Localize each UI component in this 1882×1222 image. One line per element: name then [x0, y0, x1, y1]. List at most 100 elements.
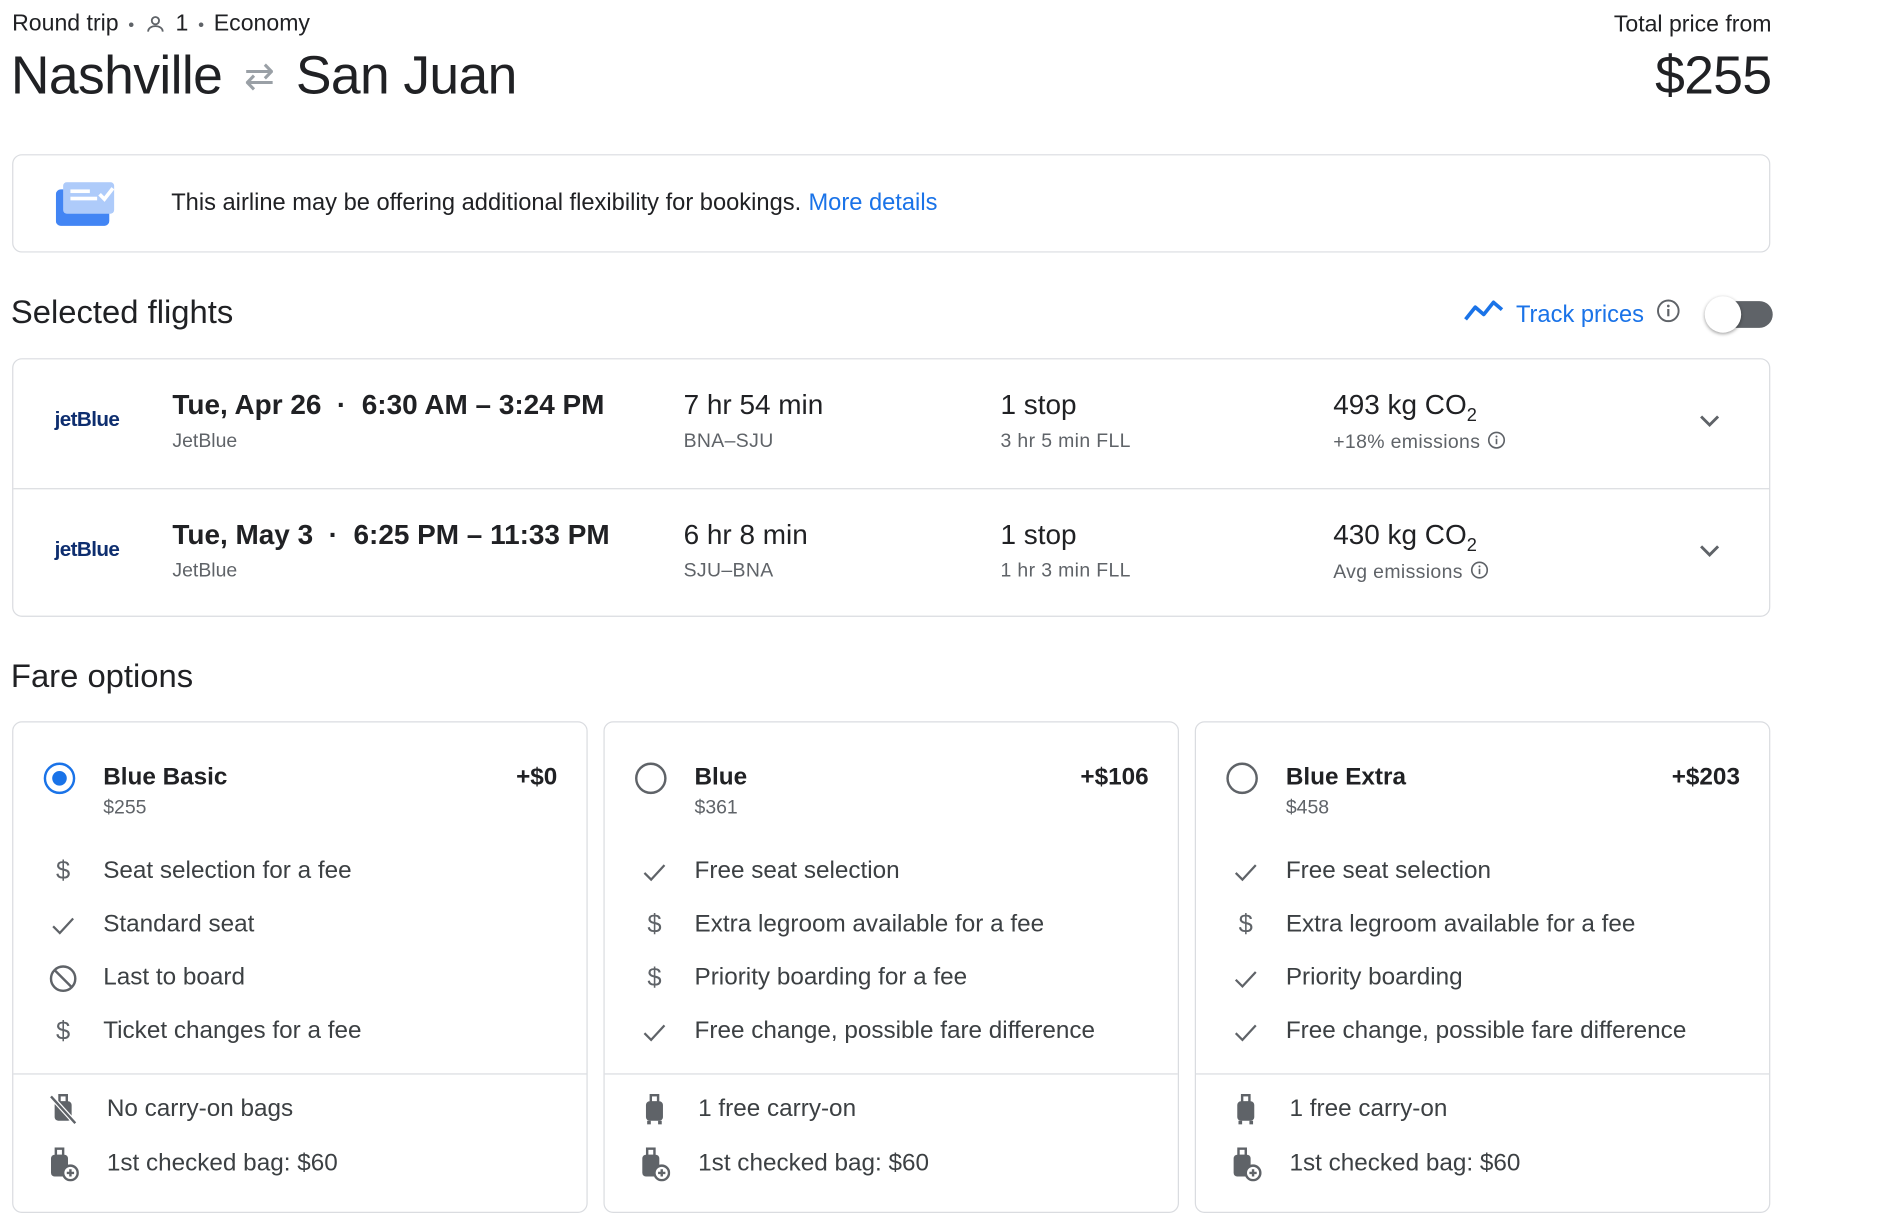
fare-bag-text: 1 free carry-on: [1289, 1095, 1448, 1122]
airline-name: JetBlue: [172, 431, 238, 452]
co2-value: 493 kg CO: [1333, 388, 1467, 421]
fare-feature: Free change, possible fare difference: [1196, 1014, 1769, 1050]
fare-price: $255: [103, 797, 147, 819]
banner-text: This airline may be offering additional …: [171, 189, 937, 217]
fare-bag-text: 1st checked bag: $60: [106, 1149, 338, 1177]
dollar-icon: $: [56, 857, 71, 886]
info-icon[interactable]: [1656, 299, 1680, 331]
check-icon: [639, 1016, 671, 1048]
check-icon: [1230, 856, 1262, 888]
checked-bag-icon: [47, 1147, 79, 1182]
flight-co2: 430 kg CO2: [1333, 518, 1477, 555]
toggle-knob: [1704, 296, 1742, 333]
carry-on-icon: [639, 1093, 671, 1126]
fare-radio[interactable]: [635, 762, 667, 795]
banner-message: This airline may be offering additional …: [171, 189, 802, 217]
fare-card-blue[interactable]: Blue $361 +$106 Free seat selection $ Extr…: [603, 721, 1179, 1213]
fare-bag: 1st checked bag: $60: [1196, 1146, 1769, 1182]
fare-price-difference: +$0: [516, 763, 558, 791]
fare-feature-text: Free seat selection: [1285, 857, 1492, 884]
flight-route: SJU–BNA: [683, 560, 774, 582]
flight-duration: 6 hr 8 min: [683, 518, 808, 551]
fare-bag-text: 1 free carry-on: [698, 1095, 857, 1122]
passenger-count[interactable]: 1: [176, 11, 189, 38]
fare-feature: Free seat selection: [1196, 854, 1769, 890]
airline-name: JetBlue: [172, 560, 238, 582]
route-title: Nashville ⇄ San Juan: [11, 46, 517, 107]
separator-dot: •: [128, 14, 135, 34]
track-prices[interactable]: Track prices: [1463, 296, 1773, 333]
destination-city: San Juan: [295, 46, 518, 106]
fare-divider: [13, 1073, 587, 1075]
fare-feature-text: Ticket changes for a fee: [103, 1017, 362, 1045]
fare-feature: Priority boarding: [1196, 960, 1769, 996]
checked-bag-icon: [639, 1147, 671, 1182]
flight-route: BNA–SJU: [683, 431, 774, 452]
fare-bag: 1 free carry-on: [1196, 1092, 1769, 1128]
check-icon: [639, 856, 671, 888]
fare-divider: [1195, 1073, 1770, 1075]
no-carry-on-icon: [47, 1093, 79, 1126]
fare-feature: $ Seat selection for a fee: [13, 854, 586, 890]
total-price: $255: [1655, 46, 1772, 106]
fare-name: Blue Basic: [103, 763, 228, 791]
fare-bag-text: No carry-on bags: [106, 1095, 294, 1122]
dollar-icon: $: [56, 1017, 71, 1046]
cabin-class[interactable]: Economy: [214, 11, 310, 38]
fare-radio[interactable]: [1226, 762, 1258, 795]
trip-type[interactable]: Round trip: [12, 11, 118, 38]
fare-card-blue-extra[interactable]: Blue Extra $458 +$203 Free seat selectio…: [1194, 721, 1771, 1213]
fare-radio[interactable]: [43, 762, 76, 795]
flight-stops: 1 stop: [1000, 388, 1077, 421]
fare-feature-text: Seat selection for a fee: [103, 857, 352, 884]
airline-logo: jetBlue: [54, 537, 120, 561]
chevron-down-icon[interactable]: [1695, 406, 1724, 441]
flight-date-time: Tue, May 3 · 6:25 PM – 11:33 PM: [172, 518, 610, 551]
trend-icon: [1463, 297, 1504, 331]
fare-divider: [604, 1073, 1178, 1075]
fare-price-difference: +$203: [1671, 763, 1740, 791]
fare-card-blue-basic[interactable]: Blue Basic $255 +$0 $ Seat selection for …: [12, 721, 588, 1213]
fare-feature: Standard seat: [13, 907, 586, 943]
emissions-label: +18% emissions: [1333, 432, 1481, 453]
fare-feature: $ Ticket changes for a fee: [13, 1014, 586, 1050]
fare-feature-text: Extra legroom available for a fee: [1285, 910, 1636, 938]
ticket-flex-icon: [55, 182, 117, 234]
fare-feature-text: Free seat selection: [694, 857, 900, 884]
flight-row-outbound[interactable]: jetBlue Tue, Apr 26 · 6:30 AM – 3:24 PM …: [13, 359, 1769, 488]
fare-feature-text: Extra legroom available for a fee: [694, 910, 1045, 938]
no-icon: [47, 963, 79, 995]
fare-feature-text: Priority boarding: [1285, 964, 1463, 991]
page: Round trip • 1 • Economy Nashville ⇄ San…: [0, 0, 1882, 1214]
total-price-label: Total price from: [1613, 12, 1772, 38]
flight-date-time: Tue, Apr 26 · 6:30 AM – 3:24 PM: [172, 388, 605, 421]
co2-value: 430 kg CO: [1333, 518, 1467, 551]
fare-feature: Free seat selection: [605, 854, 1178, 890]
check-icon: [47, 909, 79, 941]
flexibility-banner: This airline may be offering additional …: [12, 154, 1771, 253]
fare-feature-text: Standard seat: [103, 910, 255, 938]
more-details-link[interactable]: More details: [808, 189, 937, 216]
fare-price: $458: [1285, 797, 1330, 819]
track-prices-label[interactable]: Track prices: [1516, 301, 1644, 329]
flight-date: Tue, Apr 26: [172, 388, 322, 421]
fare-bag-text: 1st checked bag: $60: [1289, 1149, 1521, 1177]
info-icon[interactable]: [1488, 431, 1506, 455]
flight-row-return[interactable]: jetBlue Tue, May 3 · 6:25 PM – 11:33 PM …: [13, 488, 1770, 618]
fare-bag: 1 free carry-on: [605, 1092, 1178, 1128]
flight-layover: 3 hr 5 min FLL: [1000, 431, 1131, 452]
fare-feature: Last to board: [13, 960, 586, 996]
flight-emissions: +18% emissions: [1333, 431, 1506, 455]
track-prices-toggle[interactable]: [1704, 296, 1773, 333]
chevron-down-icon[interactable]: [1695, 535, 1724, 570]
fare-bag: 1st checked bag: $60: [605, 1146, 1178, 1182]
checked-bag-icon: [1230, 1147, 1262, 1182]
dollar-icon: $: [647, 964, 662, 993]
flight-stops: 1 stop: [1000, 518, 1077, 551]
selected-flights-list: jetBlue Tue, Apr 26 · 6:30 AM – 3:24 PM …: [12, 358, 1771, 618]
info-icon[interactable]: [1470, 561, 1488, 585]
fare-bag: 1st checked bag: $60: [13, 1146, 586, 1182]
separator-dot: •: [198, 14, 205, 34]
dollar-icon: $: [647, 910, 662, 939]
airline-logo: jetBlue: [54, 407, 120, 432]
